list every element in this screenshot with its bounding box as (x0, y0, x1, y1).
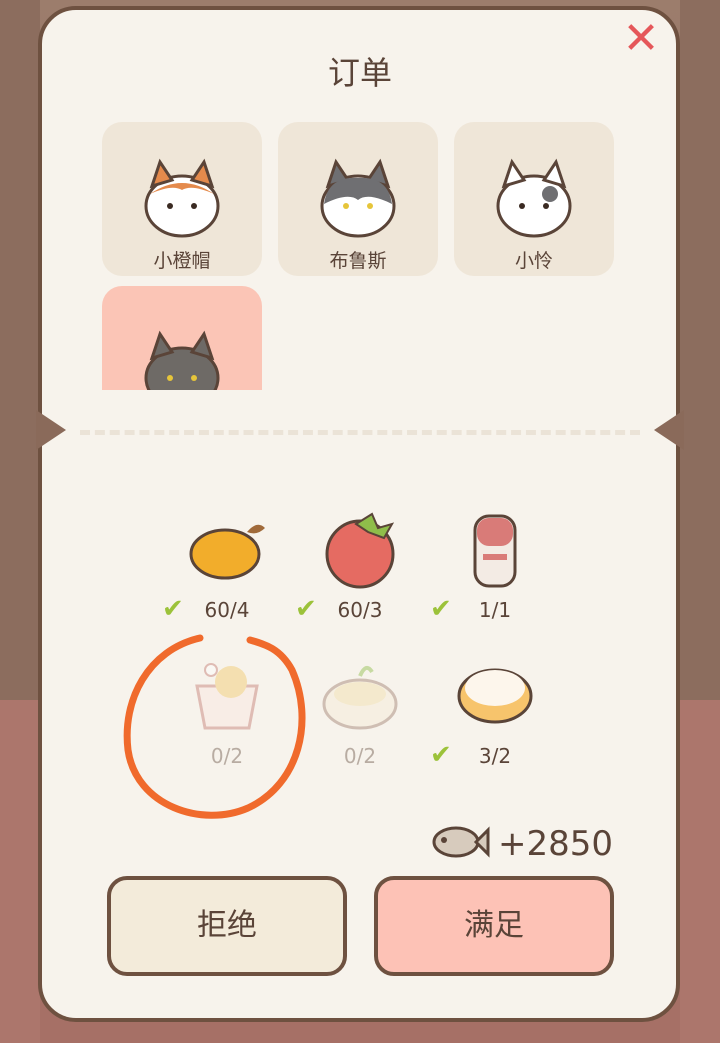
close-icon[interactable]: ✕ (620, 17, 662, 61)
cat-card-tabby-selected[interactable] (102, 286, 262, 390)
mango-icon (189, 524, 265, 580)
cat-card-grey[interactable]: 布鲁斯 (278, 122, 438, 276)
cat-name: 布鲁斯 (329, 250, 387, 272)
fish-icon (432, 826, 490, 858)
item-count: 1/1 (478, 598, 512, 622)
order-item[interactable]: ✔ 60/3 (295, 510, 425, 650)
reward: +2850 (430, 820, 630, 870)
order-item[interactable]: ✔ 3/2 (430, 656, 560, 796)
pudding-icon (457, 668, 533, 724)
reward-value: +2850 (498, 824, 614, 864)
white-cat-icon (496, 158, 572, 238)
milk-bottle-icon (473, 514, 517, 588)
cat-name: 小怜 (514, 250, 553, 272)
accept-button[interactable]: 满足 (374, 876, 614, 976)
reject-button[interactable]: 拒绝 (107, 876, 347, 976)
order-item[interactable]: 0/2 (295, 656, 425, 796)
item-count: 60/4 (204, 598, 250, 622)
cat-card-orange[interactable]: 小橙帽 (102, 122, 262, 276)
dialog-title: 订单 (327, 54, 392, 92)
ticket-divider (80, 430, 640, 435)
tomato-icon (325, 512, 395, 589)
cat-card-white[interactable]: 小怜 (454, 122, 614, 276)
item-count: 60/3 (337, 598, 383, 622)
tabby-cat-icon (144, 330, 220, 390)
order-item[interactable]: ✔ 60/4 (162, 510, 292, 650)
order-item[interactable]: ✔ 1/1 (430, 510, 560, 650)
item-count: 0/2 (343, 744, 377, 768)
cat-name: 小橙帽 (153, 250, 211, 272)
mashed-potato-icon (322, 665, 398, 730)
item-count: 3/2 (478, 744, 512, 768)
orange-cat-icon (144, 158, 220, 238)
grey-cat-icon (320, 158, 396, 238)
hand-drawn-annotation-circle (123, 634, 306, 819)
